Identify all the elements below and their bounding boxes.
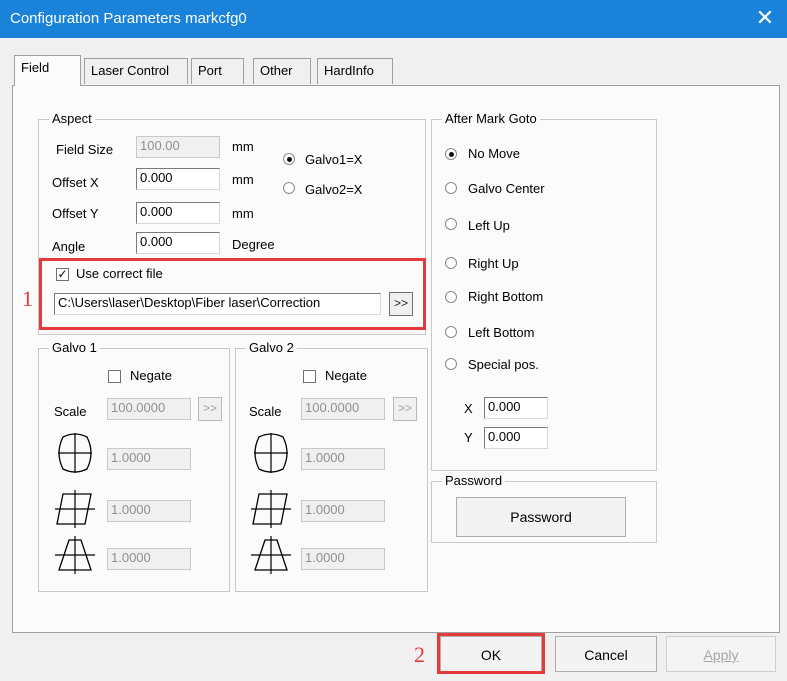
galvo2-scale-label: Scale [249, 404, 282, 419]
tab-field-label: Field [21, 60, 50, 75]
correction-file-highlight [39, 258, 426, 330]
right-up-label: Right Up [468, 256, 519, 271]
offset-y-input[interactable]: 0.000 [136, 202, 220, 224]
galvo-center-radio[interactable] [445, 182, 457, 194]
trapezoid-distortion-icon [251, 536, 291, 574]
galvo1-scale-input[interactable]: 100.0000 [107, 398, 191, 420]
angle-input[interactable]: 0.000 [136, 232, 220, 254]
angle-unit: Degree [232, 237, 275, 252]
password-group-title: Password [442, 473, 506, 488]
galvo2-group-title: Galvo 2 [246, 340, 297, 355]
galvo2-x-radio[interactable] [283, 182, 295, 194]
galvo2-negate-label: Negate [325, 368, 367, 383]
ok-button-highlight [437, 633, 545, 674]
annotation-marker-1: 1 [22, 286, 33, 311]
tab-hardinfo-label: HardInfo [324, 63, 374, 78]
left-bottom-label: Left Bottom [468, 325, 535, 340]
left-up-label: Left Up [468, 218, 510, 233]
galvo2-trapezoid-input[interactable]: 1.0000 [301, 548, 385, 570]
special-pos-radio[interactable] [445, 358, 457, 370]
no-move-label: No Move [468, 146, 521, 161]
close-icon[interactable]: ✕ [753, 6, 777, 30]
apply-button[interactable]: Apply [666, 636, 776, 672]
special-x-label: X [464, 401, 473, 416]
galvo-center-label: Galvo Center [468, 181, 545, 196]
galvo2-parallelogram-input[interactable]: 1.0000 [301, 500, 385, 522]
tab-field[interactable]: Field [14, 55, 81, 86]
offset-x-input[interactable]: 0.000 [136, 168, 220, 190]
left-bottom-radio[interactable] [445, 326, 457, 338]
galvo2-barrel-input[interactable]: 1.0000 [301, 448, 385, 470]
galvo1-barrel-input[interactable]: 1.0000 [107, 448, 191, 470]
galvo1-trapezoid-input[interactable]: 1.0000 [107, 548, 191, 570]
barrel-distortion-icon [58, 433, 92, 473]
offset-y-unit: mm [232, 206, 254, 221]
tab-other[interactable]: Other [253, 58, 311, 84]
aspect-group-title: Aspect [49, 111, 95, 126]
field-tab-panel: Aspect Field Size 100.00 mm Offset X 0.0… [12, 85, 780, 633]
special-y-label: Y [464, 430, 473, 445]
galvo2-negate-checkbox[interactable] [303, 370, 316, 383]
galvo1-scale-button[interactable]: >> [198, 397, 222, 421]
cancel-button[interactable]: Cancel [555, 636, 657, 672]
galvo2-x-label: Galvo2=X [305, 182, 363, 197]
tab-laser-control-label: Laser Control [91, 63, 170, 78]
window-title: Configuration Parameters markcfg0 [10, 10, 247, 27]
password-button[interactable]: Password [456, 497, 626, 537]
tab-port-label: Port [198, 63, 222, 78]
galvo2-scale-input[interactable]: 100.0000 [301, 398, 385, 420]
galvo1-x-label: Galvo1=X [305, 152, 363, 167]
galvo1-x-radio[interactable] [283, 153, 295, 165]
tab-hardinfo[interactable]: HardInfo [317, 58, 393, 84]
special-y-input[interactable]: 0.000 [484, 427, 548, 449]
right-bottom-label: Right Bottom [468, 289, 544, 304]
galvo1-scale-label: Scale [54, 404, 87, 419]
tab-laser-control[interactable]: Laser Control [84, 58, 188, 84]
title-bar: Configuration Parameters markcfg0 ✕ [0, 0, 787, 38]
parallelogram-distortion-icon [251, 490, 291, 528]
galvo1-group-title: Galvo 1 [49, 340, 100, 355]
offset-x-label: Offset X [52, 175, 99, 190]
tab-other-label: Other [260, 63, 293, 78]
special-pos-label: Special pos. [468, 357, 539, 372]
trapezoid-distortion-icon [55, 536, 95, 574]
right-bottom-radio[interactable] [445, 291, 457, 303]
angle-label: Angle [52, 239, 86, 254]
galvo1-negate-checkbox[interactable] [108, 370, 121, 383]
galvo1-parallelogram-input[interactable]: 1.0000 [107, 500, 191, 522]
after-mark-goto-title: After Mark Goto [442, 111, 540, 126]
left-up-radio[interactable] [445, 218, 457, 230]
offset-x-unit: mm [232, 172, 254, 187]
field-size-input[interactable]: 100.00 [136, 136, 220, 158]
annotation-marker-2: 2 [414, 642, 425, 667]
no-move-radio[interactable] [445, 148, 457, 160]
field-size-unit: mm [232, 139, 254, 154]
galvo1-negate-label: Negate [130, 368, 172, 383]
barrel-distortion-icon [254, 433, 288, 473]
tab-port[interactable]: Port [191, 58, 244, 84]
offset-y-label: Offset Y [52, 206, 99, 221]
special-x-input[interactable]: 0.000 [484, 397, 548, 419]
right-up-radio[interactable] [445, 257, 457, 269]
galvo2-scale-button[interactable]: >> [393, 397, 417, 421]
parallelogram-distortion-icon [55, 490, 95, 528]
field-size-label: Field Size [56, 142, 114, 157]
